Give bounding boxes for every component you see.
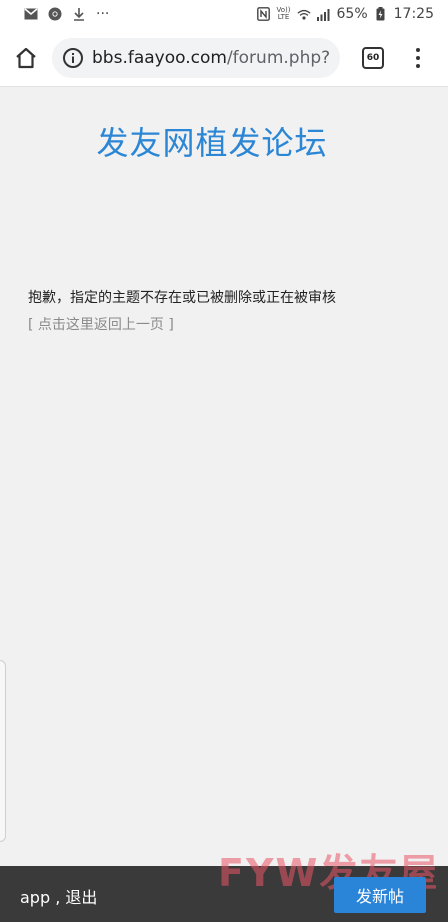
status-bar: ··· Vo)) LTE 65% 17:25: [0, 0, 448, 30]
browser-menu-button[interactable]: [408, 46, 428, 70]
address-bar[interactable]: bbs.faayoo.com/forum.php?: [52, 38, 340, 78]
url-host: bbs.faayoo.com: [92, 48, 227, 68]
battery-percent: 65%: [336, 6, 368, 22]
error-message: 抱歉，指定的主题不存在或已被删除或正在被审核: [28, 290, 336, 306]
back-link-open-bracket: [: [28, 317, 38, 333]
download-icon: [72, 7, 86, 21]
home-button[interactable]: [12, 44, 40, 72]
clock: 17:25: [393, 6, 434, 22]
menu-dot-icon: [416, 64, 420, 68]
more-notifications-icon: ···: [96, 6, 110, 22]
edge-panel-handle[interactable]: [0, 660, 6, 842]
back-link-label[interactable]: 点击这里返回上一页: [38, 317, 164, 333]
back-link-close-bracket: ]: [163, 317, 174, 333]
new-post-button[interactable]: 发新帖: [334, 877, 426, 913]
url-text[interactable]: bbs.faayoo.com/forum.php?: [92, 48, 330, 68]
home-icon: [16, 47, 36, 69]
menu-dot-icon: [416, 48, 420, 52]
signal-icon: [316, 7, 331, 21]
chrome-icon: [48, 7, 62, 21]
site-title[interactable]: 发友网植发论坛: [0, 118, 424, 164]
back-link[interactable]: [ 点击这里返回上一页 ]: [28, 314, 174, 334]
url-path: /forum.php?: [226, 48, 331, 68]
volte-indicator: Vo)) LTE: [276, 6, 291, 21]
battery-icon: [374, 7, 388, 21]
browser-toolbar: bbs.faayoo.com/forum.php? 60: [0, 30, 448, 87]
nfc-icon: [257, 7, 271, 21]
info-icon[interactable]: [62, 47, 84, 69]
gmail-icon: [24, 7, 38, 21]
wifi-icon: [296, 7, 311, 21]
menu-dot-icon: [416, 56, 420, 60]
tab-switcher-button[interactable]: 60: [362, 47, 384, 69]
bottom-links[interactable]: app , 退出: [20, 884, 97, 908]
